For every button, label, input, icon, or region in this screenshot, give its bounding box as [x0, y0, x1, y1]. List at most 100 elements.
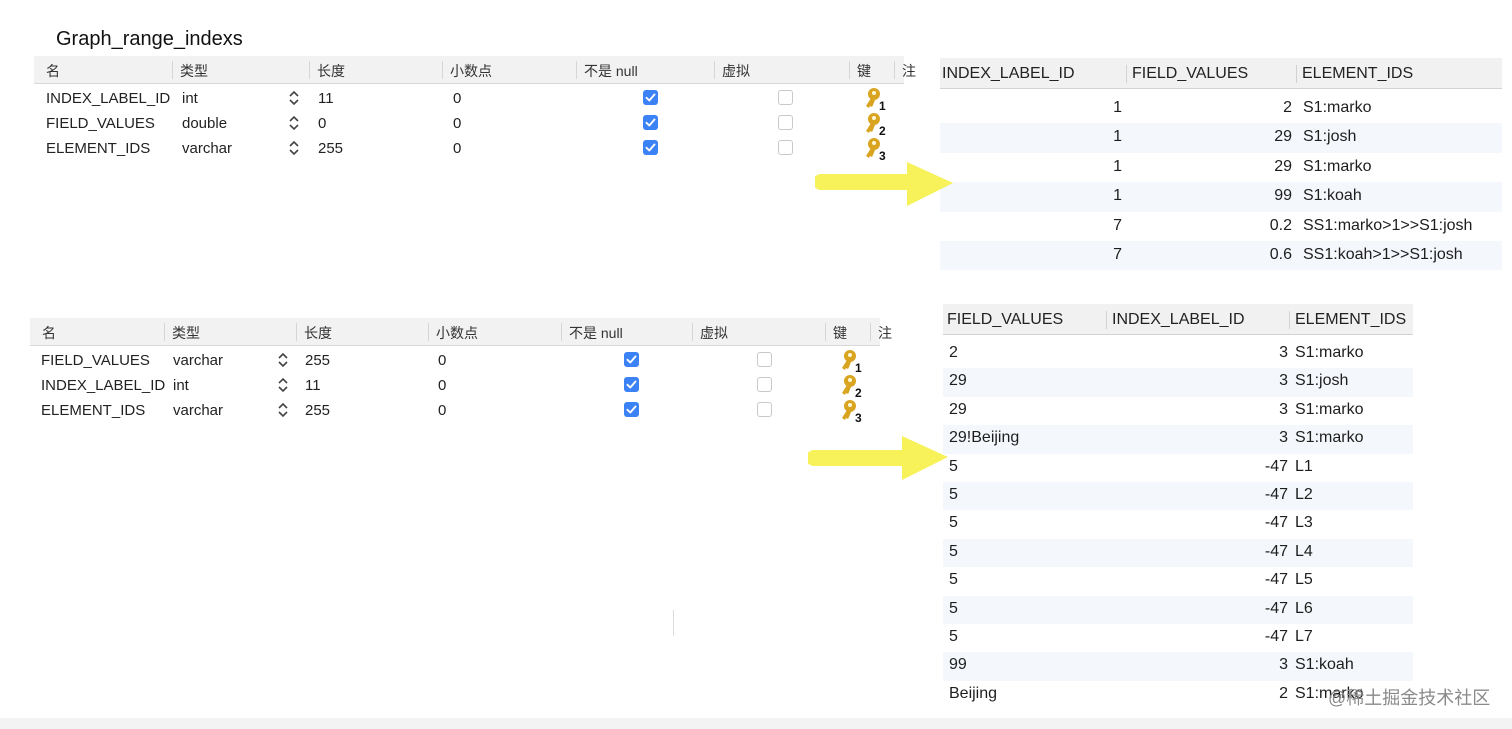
checkbox-checked[interactable] [643, 140, 658, 155]
table-cell[interactable]: L7 [1295, 628, 1313, 646]
column-header[interactable]: 不是 null [561, 323, 623, 341]
field-row[interactable]: INDEX_LABEL_ID int 11 0 2 [30, 374, 880, 399]
column-header[interactable]: INDEX_LABEL_ID [942, 65, 1075, 83]
column-header[interactable]: FIELD_VALUES [947, 311, 1063, 329]
table-cell[interactable]: -47 [1168, 543, 1288, 561]
table-cell[interactable]: S1:marko [1303, 158, 1371, 176]
stepper-icon[interactable] [289, 114, 299, 132]
table-cell[interactable]: -47 [1168, 486, 1288, 504]
table-cell[interactable]: 5 [949, 571, 958, 589]
table-cell[interactable]: S1:josh [1303, 128, 1356, 146]
table-cell[interactable]: 1 [1002, 187, 1122, 205]
table-cell[interactable]: 5 [949, 486, 958, 504]
checkbox-unchecked[interactable] [778, 140, 793, 155]
column-header[interactable]: 类型 [172, 61, 208, 79]
stepper-icon[interactable] [289, 89, 299, 107]
table-cell[interactable]: 0.6 [1172, 246, 1292, 264]
table-cell[interactable]: 5 [949, 600, 958, 618]
table-row[interactable]: 2 3 S1:marko [943, 340, 1413, 368]
column-header[interactable]: 名 [38, 61, 60, 81]
field-length[interactable]: 255 [305, 352, 330, 369]
field-length[interactable]: 255 [305, 402, 330, 419]
table-row[interactable]: 29!Beijing 3 S1:marko [943, 425, 1413, 454]
field-row[interactable]: ELEMENT_IDS varchar 255 0 3 [34, 137, 904, 162]
field-length[interactable]: 11 [318, 90, 334, 107]
field-decimal[interactable]: 0 [453, 140, 461, 157]
field-row[interactable]: ELEMENT_IDS varchar 255 0 3 [30, 399, 880, 424]
table-cell[interactable]: 2 [949, 344, 958, 362]
table-cell[interactable]: S1:marko [1303, 99, 1371, 117]
table-cell[interactable]: S1:marko [1295, 429, 1363, 447]
table-cell[interactable]: S1:josh [1295, 372, 1348, 390]
column-header[interactable]: 长度 [309, 61, 345, 79]
stepper-icon[interactable] [278, 351, 288, 369]
checkbox-unchecked[interactable] [757, 377, 772, 392]
field-type[interactable]: double [182, 115, 227, 132]
table-cell[interactable]: S1:marko [1295, 344, 1363, 362]
table-cell[interactable]: -47 [1168, 458, 1288, 476]
field-decimal[interactable]: 0 [453, 90, 461, 107]
table-row[interactable]: 7 0.6 SS1:koah>1>>S1:josh [940, 241, 1502, 271]
checkbox-checked[interactable] [624, 402, 639, 417]
field-name[interactable]: FIELD_VALUES [41, 352, 150, 369]
field-type[interactable]: int [173, 377, 189, 394]
column-header[interactable]: 小数点 [442, 61, 492, 79]
table-cell[interactable]: 2 [1172, 99, 1292, 117]
table-cell[interactable]: 5 [949, 514, 958, 532]
field-name[interactable]: ELEMENT_IDS [41, 402, 145, 419]
checkbox-unchecked[interactable] [757, 352, 772, 367]
checkbox-checked[interactable] [643, 90, 658, 105]
table-cell[interactable]: S1:marko [1295, 401, 1363, 419]
table-cell[interactable]: L1 [1295, 458, 1313, 476]
table-cell[interactable]: SS1:koah>1>>S1:josh [1303, 246, 1463, 264]
column-header[interactable]: 键 [849, 61, 871, 79]
table-cell[interactable]: SS1:marko>1>>S1:josh [1303, 217, 1472, 235]
column-header[interactable]: ELEMENT_IDS [1296, 65, 1413, 83]
table-cell[interactable]: L5 [1295, 571, 1313, 589]
table-row[interactable]: 1 99 S1:koah [940, 182, 1502, 212]
table-row[interactable]: 99 3 S1:koah [943, 652, 1413, 681]
table-cell[interactable]: 3 [1168, 401, 1288, 419]
column-header[interactable]: 小数点 [428, 323, 478, 341]
table-cell[interactable]: -47 [1168, 600, 1288, 618]
table-row[interactable]: 7 0.2 SS1:marko>1>>S1:josh [940, 212, 1502, 241]
checkbox-checked[interactable] [624, 352, 639, 367]
column-header[interactable]: 不是 null [576, 61, 638, 79]
table-cell[interactable]: L4 [1295, 543, 1313, 561]
field-row[interactable]: FIELD_VALUES varchar 255 0 1 [30, 349, 880, 374]
field-type[interactable]: int [182, 90, 198, 107]
table-row[interactable]: 1 29 S1:marko [940, 153, 1502, 182]
column-header[interactable]: 键 [825, 323, 847, 341]
table-cell[interactable]: S1:koah [1303, 187, 1362, 205]
table-cell[interactable]: 29!Beijing [949, 429, 1019, 447]
table-cell[interactable]: 5 [949, 628, 958, 646]
table-row[interactable]: 29 3 S1:marko [943, 397, 1413, 425]
field-name[interactable]: INDEX_LABEL_ID [41, 377, 165, 394]
field-type[interactable]: varchar [173, 352, 223, 369]
table-cell[interactable]: 2 [1168, 685, 1288, 703]
field-decimal[interactable]: 0 [438, 402, 446, 419]
stepper-icon[interactable] [278, 376, 288, 394]
field-decimal[interactable]: 0 [438, 377, 446, 394]
column-header[interactable]: 名 [34, 323, 56, 343]
column-header[interactable]: INDEX_LABEL_ID [1106, 311, 1245, 329]
checkbox-checked[interactable] [643, 115, 658, 130]
table-cell[interactable]: 3 [1168, 372, 1288, 390]
table-cell[interactable]: 7 [1002, 246, 1122, 264]
column-header[interactable]: ELEMENT_IDS [1289, 311, 1406, 329]
table-cell[interactable]: 99 [949, 656, 967, 674]
checkbox-unchecked[interactable] [757, 402, 772, 417]
table-cell[interactable]: S1:koah [1295, 656, 1354, 674]
table-row[interactable]: 5 -47 L5 [943, 567, 1413, 595]
field-name[interactable]: INDEX_LABEL_ID [46, 90, 170, 107]
table-cell[interactable]: -47 [1168, 514, 1288, 532]
field-type[interactable]: varchar [173, 402, 223, 419]
table-cell[interactable]: 29 [949, 401, 967, 419]
table-row[interactable]: 29 3 S1:josh [943, 368, 1413, 397]
table-row[interactable]: 5 -47 L4 [943, 538, 1413, 568]
column-header[interactable]: 虚拟 [692, 323, 728, 341]
table-cell[interactable]: 5 [949, 543, 958, 561]
table-cell[interactable]: 29 [949, 372, 967, 390]
stepper-icon[interactable] [289, 139, 299, 157]
table-cell[interactable]: 1 [1002, 99, 1122, 117]
